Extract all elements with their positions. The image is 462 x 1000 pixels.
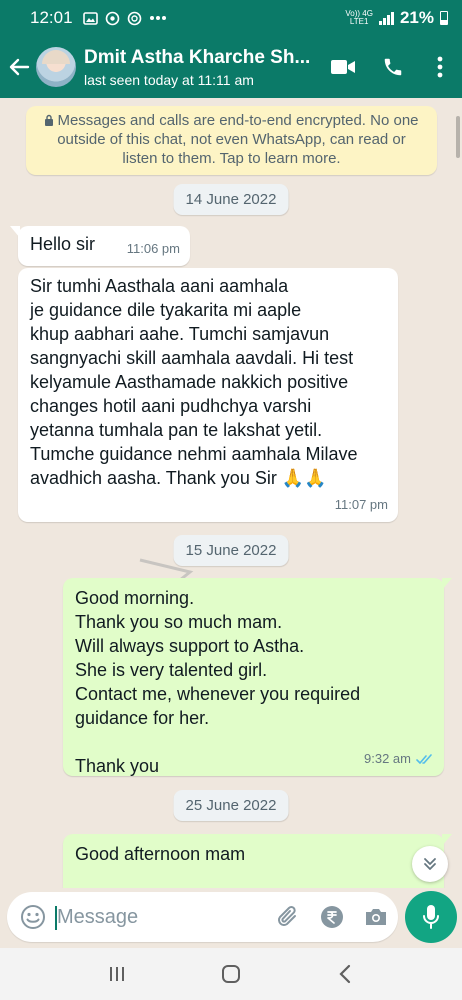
sync-icon bbox=[105, 11, 119, 25]
at-icon bbox=[127, 11, 141, 25]
message-text: Good afternoon mam bbox=[75, 844, 246, 864]
system-nav-bar bbox=[0, 948, 462, 1000]
time-label: 9:32 am bbox=[364, 751, 411, 766]
bubble-tail bbox=[10, 226, 20, 238]
more-notifications-icon bbox=[149, 16, 166, 20]
avatar[interactable] bbox=[36, 47, 76, 87]
nav-back-button[interactable] bbox=[325, 954, 365, 994]
battery-percent: 21% bbox=[399, 8, 434, 27]
home-button[interactable] bbox=[211, 954, 251, 994]
arrow-left-icon bbox=[9, 58, 30, 76]
chevron-left-icon bbox=[339, 964, 351, 984]
chat-header: Dmit Astha Kharche Sh... last seen today… bbox=[0, 36, 462, 98]
message-time: 11:07 pm bbox=[335, 493, 388, 517]
payment-button[interactable] bbox=[310, 895, 354, 939]
camera-button[interactable] bbox=[354, 895, 398, 939]
gallery-icon bbox=[82, 11, 98, 25]
read-ticks-icon bbox=[416, 753, 432, 764]
phone-icon bbox=[384, 58, 402, 76]
rupee-icon bbox=[321, 906, 343, 928]
composer: Message bbox=[0, 888, 462, 948]
date-chip: 15 June 2022 bbox=[173, 535, 289, 566]
last-seen: last seen today at 11:11 am bbox=[84, 71, 254, 88]
message-outgoing[interactable]: Good morning. Thank you so much mam. Wil… bbox=[63, 578, 452, 776]
date-chip: 25 June 2022 bbox=[173, 790, 289, 821]
bubble-tail bbox=[442, 834, 452, 846]
status-right: Vo)) 4G LTE1 21% bbox=[345, 8, 448, 28]
message-input[interactable]: Message bbox=[55, 905, 266, 930]
battery-icon bbox=[440, 11, 448, 25]
message-text: Good morning. Thank you so much mam. Wil… bbox=[75, 588, 361, 776]
message-input-box[interactable]: Message bbox=[7, 892, 398, 942]
bubble-tail bbox=[442, 578, 452, 590]
video-call-icon bbox=[331, 60, 355, 74]
message-text: Hello sir bbox=[30, 234, 96, 254]
scrollbar[interactable] bbox=[456, 116, 460, 158]
message-time: 9:32 am bbox=[364, 747, 434, 771]
microphone-icon bbox=[423, 905, 439, 929]
message-time: 11:06 pm bbox=[127, 237, 180, 261]
home-icon bbox=[222, 965, 240, 983]
message-text: Sir tumhi Aasthala aani aamhala je guida… bbox=[30, 276, 358, 488]
chat-area[interactable]: Messages and calls are end-to-end encryp… bbox=[0, 98, 462, 888]
time-label: 11:06 pm bbox=[126, 241, 180, 256]
network-line: LTE1 bbox=[349, 17, 369, 26]
signal-icon bbox=[378, 11, 394, 25]
voice-message-button[interactable] bbox=[405, 891, 457, 943]
status-time: 12:01 bbox=[30, 8, 73, 27]
recents-icon bbox=[110, 967, 124, 981]
time-label: 11:07 pm bbox=[334, 497, 388, 512]
attach-button[interactable] bbox=[266, 895, 310, 939]
voice-call-button[interactable] bbox=[368, 42, 418, 92]
contact-name: Dmit Astha Kharche Sh... bbox=[84, 46, 311, 68]
status-notification-icons bbox=[82, 11, 167, 26]
emoji-button[interactable] bbox=[11, 895, 55, 939]
date-chip: 14 June 2022 bbox=[173, 184, 289, 215]
menu-button[interactable] bbox=[418, 42, 462, 92]
more-vertical-icon bbox=[437, 56, 443, 78]
message-incoming[interactable]: Hello sir 11:06 pm bbox=[10, 226, 190, 266]
emoji-icon bbox=[21, 905, 45, 929]
lock-icon bbox=[45, 114, 54, 126]
message-outgoing[interactable]: Good afternoon mam bbox=[63, 834, 452, 888]
encryption-notice[interactable]: Messages and calls are end-to-end encryp… bbox=[26, 106, 437, 175]
double-chevron-down-icon bbox=[424, 858, 436, 870]
network-indicator: Vo)) 4G LTE1 bbox=[345, 10, 373, 26]
recent-apps-button[interactable] bbox=[97, 954, 137, 994]
contact-info[interactable]: Dmit Astha Kharche Sh... last seen today… bbox=[84, 47, 318, 88]
back-button[interactable] bbox=[2, 47, 36, 87]
encryption-text: Messages and calls are end-to-end encryp… bbox=[57, 112, 419, 167]
video-call-button[interactable] bbox=[318, 42, 368, 92]
camera-icon bbox=[366, 909, 386, 925]
scroll-to-bottom-button[interactable] bbox=[412, 846, 448, 882]
status-bar: 12:01 Vo)) 4G LTE1 21% bbox=[0, 0, 462, 36]
message-incoming[interactable]: Sir tumhi Aasthala aani aamhala je guida… bbox=[18, 268, 398, 522]
paperclip-icon bbox=[278, 906, 296, 926]
